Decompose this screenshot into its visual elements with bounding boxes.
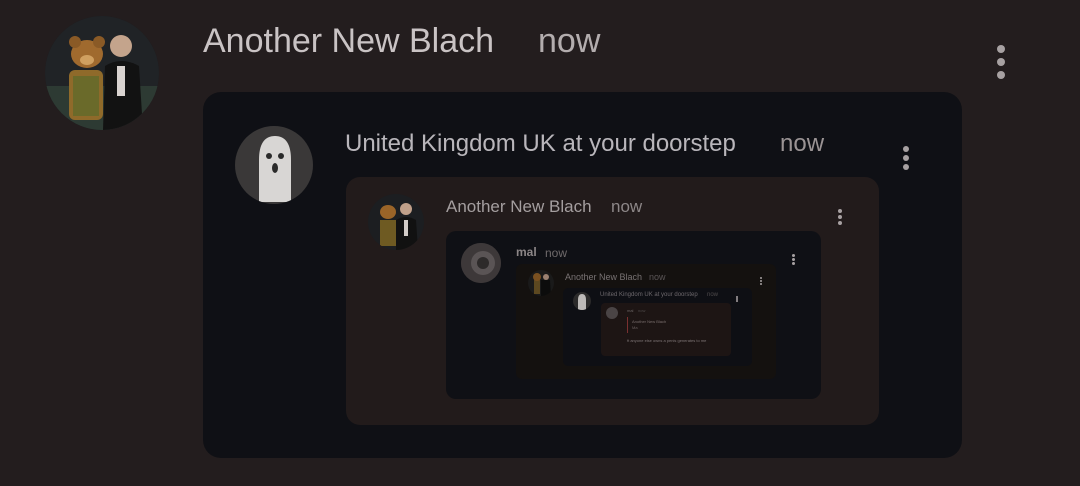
ghost-tiny-icon bbox=[573, 292, 591, 310]
quote1-more-icon[interactable] bbox=[900, 146, 912, 170]
quote3-avatar[interactable] bbox=[461, 243, 501, 283]
quote1-time: now bbox=[780, 130, 825, 157]
quote4-author: Another New Blach bbox=[565, 272, 643, 282]
quote5-more-icon bbox=[736, 296, 738, 302]
quote6-author: mal bbox=[627, 308, 634, 313]
quote6-body: ft anyone else owns a penis generates to… bbox=[627, 338, 707, 343]
quote3-more-icon[interactable] bbox=[791, 254, 796, 265]
quote4-time: now bbox=[649, 272, 666, 282]
quote2-avatar[interactable] bbox=[368, 194, 424, 250]
quote2-more-icon[interactable] bbox=[836, 209, 844, 225]
bear-photo-small-icon bbox=[368, 194, 424, 250]
quote5-author: United Kingdom UK at your doorstep bbox=[600, 292, 698, 298]
quote3-time: now bbox=[545, 246, 568, 260]
quote2-time: now bbox=[611, 197, 643, 216]
quote4-avatar bbox=[528, 270, 554, 296]
quote1-author[interactable]: United Kingdom UK at your doorstep bbox=[345, 130, 736, 158]
quote5-time: now bbox=[707, 292, 719, 298]
post-author[interactable]: Another New Blach bbox=[203, 22, 494, 61]
quote6-avatar bbox=[606, 307, 618, 319]
quote1-avatar[interactable] bbox=[235, 126, 313, 204]
quote2-author[interactable]: Another New Blach bbox=[446, 197, 592, 217]
quote5-avatar bbox=[573, 292, 591, 310]
author-avatar[interactable] bbox=[45, 16, 159, 130]
bear-photo-tiny-icon bbox=[528, 270, 554, 296]
post-time: now bbox=[538, 22, 601, 60]
quote3-author[interactable]: mal bbox=[516, 245, 537, 259]
quote6-inner-title: Another New Blach bbox=[632, 319, 667, 324]
quote6-inner-sub: Ma bbox=[632, 325, 638, 330]
dim-photo-icon bbox=[461, 243, 501, 283]
post-more-icon[interactable] bbox=[994, 45, 1008, 79]
ghost-icon bbox=[235, 126, 313, 204]
bear-photo-icon bbox=[45, 16, 159, 130]
quote4-more-icon bbox=[759, 277, 762, 285]
quote6-time: now bbox=[638, 308, 646, 313]
quote6-inner-box: Another New Blach Ma bbox=[627, 317, 728, 333]
